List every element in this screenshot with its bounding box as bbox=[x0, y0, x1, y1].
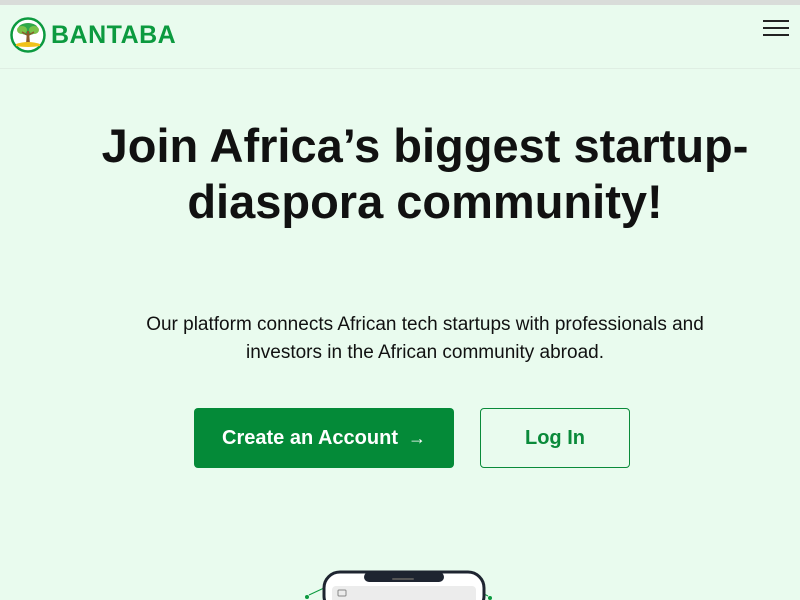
login-button[interactable]: Log In bbox=[480, 408, 630, 468]
navbar: BANTABA bbox=[0, 5, 800, 69]
hamburger-menu-icon-bar bbox=[763, 20, 789, 22]
hamburger-menu-icon-bar bbox=[763, 27, 789, 29]
create-account-label: Create an Account bbox=[222, 426, 398, 449]
hero-subtitle: Our platform connects African tech start… bbox=[146, 314, 704, 363]
brand-name: BANTABA bbox=[51, 20, 177, 49]
tree-logo-icon bbox=[10, 17, 46, 53]
hamburger-menu-icon-bar bbox=[763, 34, 789, 36]
create-account-button[interactable]: Create an Account → bbox=[194, 408, 454, 468]
hamburger-menu-button[interactable] bbox=[763, 18, 791, 40]
brand-logo-link[interactable]: BANTABA bbox=[10, 16, 176, 54]
arrow-right-icon: → bbox=[407, 427, 426, 448]
hero-title: Join Africa’s biggest startup-diaspora c… bbox=[101, 119, 749, 228]
login-label: Log In bbox=[525, 426, 585, 449]
phone-mockup-icon bbox=[305, 570, 492, 600]
